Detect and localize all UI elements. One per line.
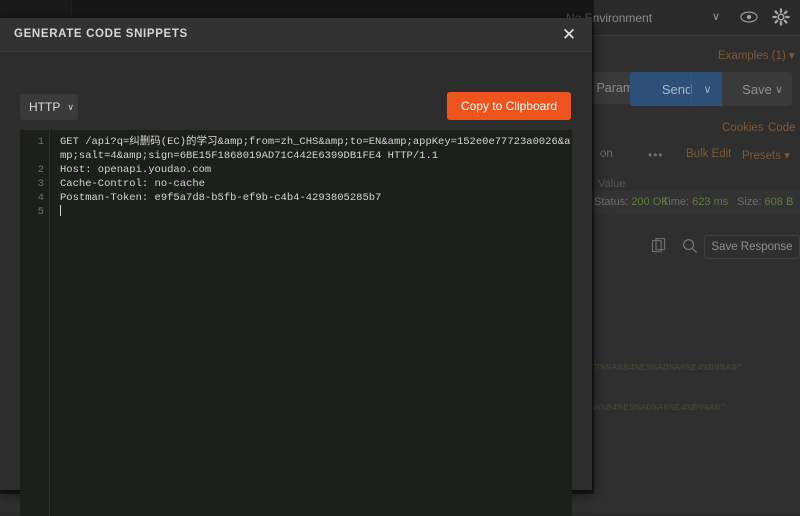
- params-table-header: on ••• Bulk Edit Presets ▾: [600, 148, 800, 164]
- code-link[interactable]: Code: [768, 122, 796, 134]
- response-body: %E7%9A%84%E5%AD%A6%E4%B9%A0" E7%9A%84%E5…: [560, 290, 800, 490]
- value-input[interactable]: Value: [598, 178, 648, 189]
- size-value: 608 B: [765, 196, 794, 208]
- response-text-line: %E7%9A%84%E5%AD%A6%E4%B9%A0": [583, 362, 743, 373]
- presets-dropdown[interactable]: Presets ▾: [742, 148, 790, 162]
- description-column-label: on: [600, 148, 613, 160]
- cookies-link[interactable]: Cookies: [722, 122, 764, 134]
- line-number: 2: [20, 163, 50, 177]
- code-text: Postman-Token: e9f5a7d8-b5fb-ef9b-c4b4-4…: [50, 191, 572, 205]
- eye-icon[interactable]: [740, 10, 758, 26]
- chevron-down-icon: ∨: [67, 102, 74, 113]
- modal-title: GENERATE CODE SNIPPETS: [14, 28, 188, 40]
- code-line: 2Host: openapi.youdao.com: [20, 163, 572, 177]
- time-label: Time:: [662, 196, 689, 208]
- response-status-bar: Status: 200 OK Time: 623 ms Size: 608 B: [592, 191, 800, 215]
- bulk-edit-link[interactable]: Bulk Edit: [686, 148, 731, 160]
- size-label: Size:: [737, 196, 761, 208]
- send-dropdown-caret[interactable]: ∨: [690, 72, 724, 106]
- copy-icon[interactable]: [652, 238, 666, 254]
- code-line: 5: [20, 205, 572, 219]
- gear-icon[interactable]: [772, 8, 790, 26]
- code-snippet-editor[interactable]: 1GET /api?q=纠删码(EC)的学习&amp;from=zh_CHS&a…: [20, 130, 572, 516]
- code-line: 3Cache-Control: no-cache: [20, 177, 572, 191]
- copy-to-clipboard-button[interactable]: Copy to Clipboard: [447, 92, 571, 120]
- code-text: Host: openapi.youdao.com: [50, 163, 572, 177]
- close-icon[interactable]: ✕: [558, 24, 580, 46]
- save-dropdown-caret[interactable]: ∨: [766, 72, 792, 106]
- response-size-item: Size: 608 B: [737, 196, 793, 208]
- code-lines: 1GET /api?q=纠删码(EC)的学习&amp;from=zh_CHS&a…: [20, 135, 572, 219]
- search-icon[interactable]: [682, 238, 698, 254]
- overflow-menu-icon[interactable]: •••: [648, 148, 664, 162]
- code-text: Cache-Control: no-cache: [50, 177, 572, 191]
- time-value: 623 ms: [692, 196, 728, 208]
- response-toolbar: Save Response: [640, 236, 800, 262]
- code-line: 4Postman-Token: e9f5a7d8-b5fb-ef9b-c4b4-…: [20, 191, 572, 205]
- response-text-line: E7%9A%84%E5%AD%A6%E4%B9%A0": [572, 402, 726, 413]
- examples-link[interactable]: Examples (1) ▾: [718, 48, 795, 62]
- code-text: GET /api?q=纠删码(EC)的学习&amp;from=zh_CHS&am…: [50, 135, 572, 163]
- response-time-item: Time: 623 ms: [662, 196, 728, 208]
- save-response-button[interactable]: Save Response: [704, 235, 800, 259]
- line-number: 3: [20, 177, 50, 191]
- language-select-value: HTTP: [29, 100, 60, 114]
- status-code-item: Status: 200 OK: [594, 196, 669, 208]
- modal-header: GENERATE CODE SNIPPETS ✕: [0, 18, 592, 52]
- line-number: 4: [20, 191, 50, 205]
- line-number: 1: [20, 135, 50, 163]
- code-text: [50, 205, 572, 219]
- text-cursor: [60, 205, 61, 216]
- generate-code-snippets-modal: GENERATE CODE SNIPPETS ✕ HTTP ∨ Copy to …: [0, 18, 592, 490]
- status-label: Status:: [594, 196, 628, 208]
- chevron-down-icon[interactable]: ∨: [712, 10, 720, 23]
- language-select[interactable]: HTTP ∨: [20, 94, 78, 120]
- code-line: 1GET /api?q=纠删码(EC)的学习&amp;from=zh_CHS&a…: [20, 135, 572, 163]
- line-number: 5: [20, 205, 50, 219]
